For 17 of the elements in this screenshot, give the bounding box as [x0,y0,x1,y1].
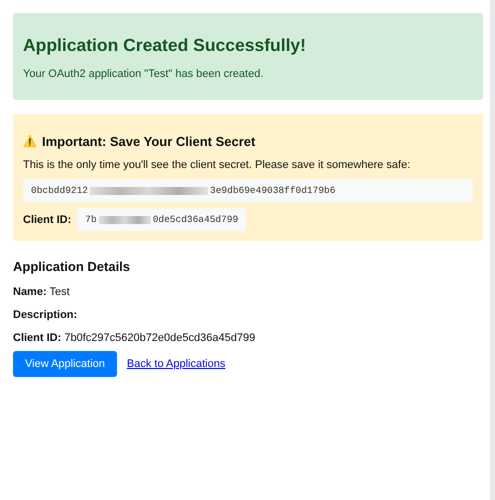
warning-title: Important: Save Your Client Secret [42,134,256,149]
detail-row-text: Client ID: 7b0fc297c5620b72e0de5cd36a45d799 [13,332,256,344]
success-message: Your OAuth2 application "Test" has been created. [23,68,264,80]
secret-text: 0bcbdd9212 [31,185,88,196]
client-id-text: 7b [85,214,97,225]
client-id-text: 0de5cd36a45d799 [152,214,238,225]
details-title: Application Details [13,259,132,274]
back-link[interactable]: Back to Applications [126,358,226,370]
warning-icon: ⚠ [23,135,37,148]
detail-row-text: Description: [13,309,78,321]
success-title: Application Created Successfully! [23,35,307,56]
redaction-blur [98,216,151,224]
client-id-label: Client ID: [23,214,72,226]
warning-message: This is the only time you'll see the client secret. Please save it somewhere safe: [23,159,412,171]
view-application-button[interactable]: View Application [13,351,117,377]
detail-row-text: Name: Test [13,286,71,298]
secret-text: 3e9db69e49038ff0d179b6 [210,185,336,196]
